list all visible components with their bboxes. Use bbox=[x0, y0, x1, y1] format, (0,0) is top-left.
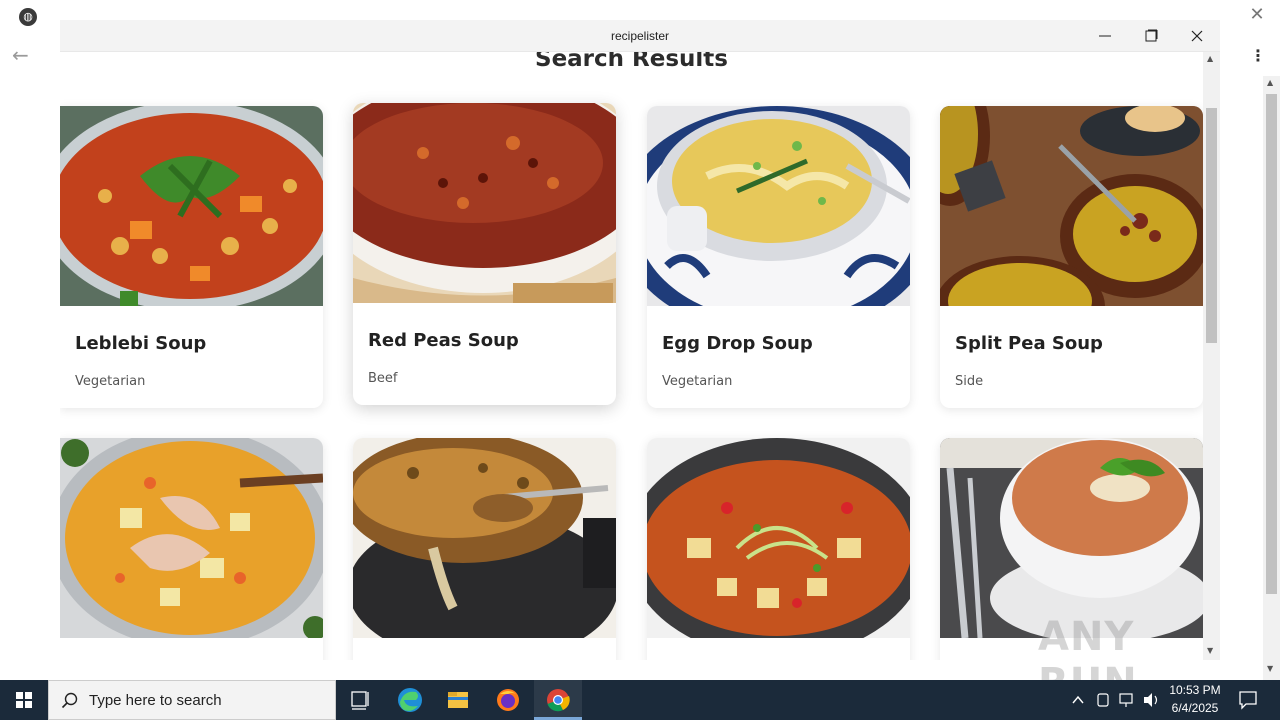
recipe-image bbox=[60, 438, 323, 638]
chrome-icon bbox=[547, 689, 570, 712]
folder-icon bbox=[448, 692, 468, 708]
recipe-card[interactable]: Leblebi Soup Vegetarian bbox=[60, 106, 323, 408]
firefox-icon bbox=[497, 689, 519, 711]
recipe-title: Split Pea Soup bbox=[955, 333, 1103, 354]
recipe-category: Side bbox=[955, 374, 984, 389]
recipe-image bbox=[60, 106, 323, 306]
edge-taskbar-button[interactable] bbox=[386, 680, 434, 720]
results-content[interactable]: Search Results Leblebi Soup Vegetarian R… bbox=[60, 52, 1220, 660]
windows-icon bbox=[16, 692, 32, 708]
tray-icons bbox=[1072, 693, 1158, 707]
browser-scroll-thumb[interactable] bbox=[1266, 94, 1277, 594]
recipe-card[interactable]: Split Pea Soup Side bbox=[940, 106, 1203, 408]
app-scroll-thumb[interactable] bbox=[1206, 108, 1217, 343]
close-button[interactable] bbox=[1174, 20, 1220, 52]
file-explorer-taskbar-button[interactable] bbox=[434, 680, 482, 720]
title-bar[interactable]: recipelister bbox=[60, 20, 1220, 52]
firefox-taskbar-button[interactable] bbox=[484, 680, 532, 720]
scroll-up-icon[interactable]: ▲ bbox=[1207, 54, 1213, 63]
recipe-category: Vegetarian bbox=[662, 374, 733, 389]
minimize-button[interactable] bbox=[1082, 20, 1128, 52]
recipe-category: Vegetarian bbox=[75, 374, 146, 389]
chevron-up-icon bbox=[1072, 695, 1084, 704]
window-title: recipelister bbox=[610, 29, 670, 43]
close-icon bbox=[1191, 30, 1203, 42]
watermark-logo: ANY RUN bbox=[1038, 610, 1238, 706]
recipe-image bbox=[353, 103, 616, 303]
chrome-taskbar-button[interactable] bbox=[534, 680, 582, 720]
recipe-image bbox=[940, 106, 1203, 306]
scroll-down-icon[interactable]: ▼ bbox=[1267, 664, 1273, 673]
recipe-category: Beef bbox=[368, 371, 398, 386]
search-placeholder: Type here to search bbox=[89, 692, 222, 709]
page-title: Search Results bbox=[535, 52, 728, 72]
recipe-card[interactable] bbox=[647, 438, 910, 660]
search-icon bbox=[61, 692, 78, 709]
maximize-icon bbox=[1145, 29, 1158, 42]
taskbar: Type here to search 10:53 PM 6/4/2025 bbox=[0, 680, 1280, 720]
edge-icon bbox=[398, 688, 422, 712]
notifications-button[interactable] bbox=[1230, 680, 1278, 720]
app-window: recipelister Search Results Leblebi Soup… bbox=[60, 20, 1220, 660]
volume-icon bbox=[1144, 693, 1152, 707]
recipe-title: Red Peas Soup bbox=[368, 330, 519, 351]
taskbar-search[interactable]: Type here to search bbox=[48, 680, 336, 720]
recipe-card[interactable] bbox=[60, 438, 323, 660]
network-icon bbox=[1119, 693, 1133, 704]
notification-icon bbox=[1239, 691, 1257, 710]
browser-close-icon[interactable]: ✕ bbox=[1246, 4, 1268, 26]
recipe-title: Leblebi Soup bbox=[75, 333, 207, 354]
globe-icon: ◍ bbox=[19, 8, 37, 26]
clock-date[interactable]: 6/4/2025 bbox=[1165, 701, 1225, 715]
task-view-icon bbox=[351, 691, 369, 710]
recipe-image bbox=[940, 438, 1203, 638]
recipe-image bbox=[647, 438, 910, 638]
browser-tab[interactable]: ◍ bbox=[0, 0, 55, 34]
app-scrollbar[interactable]: ▲ ▼ bbox=[1203, 52, 1220, 660]
maximize-button[interactable] bbox=[1128, 20, 1174, 52]
browser-scrollbar[interactable]: ▲ ▼ bbox=[1263, 76, 1280, 680]
task-view-button[interactable] bbox=[336, 680, 384, 720]
system-tray bbox=[1068, 680, 1163, 720]
clock-time[interactable]: 10:53 PM bbox=[1165, 683, 1225, 697]
scroll-up-icon[interactable]: ▲ bbox=[1267, 78, 1273, 87]
recipe-card[interactable] bbox=[353, 438, 616, 660]
browser-menu-icon[interactable]: ⋮ bbox=[1250, 46, 1266, 66]
back-arrow-icon[interactable]: ← bbox=[12, 44, 34, 66]
recipe-image bbox=[647, 106, 910, 306]
recipe-card[interactable]: Red Peas Soup Beef bbox=[353, 103, 616, 405]
meet-icon bbox=[1097, 693, 1109, 707]
minimize-icon bbox=[1099, 35, 1111, 37]
recipe-card[interactable]: Egg Drop Soup Vegetarian bbox=[647, 106, 910, 408]
recipe-image bbox=[353, 438, 616, 638]
recipe-title: Egg Drop Soup bbox=[662, 333, 813, 354]
start-button[interactable] bbox=[0, 680, 48, 720]
